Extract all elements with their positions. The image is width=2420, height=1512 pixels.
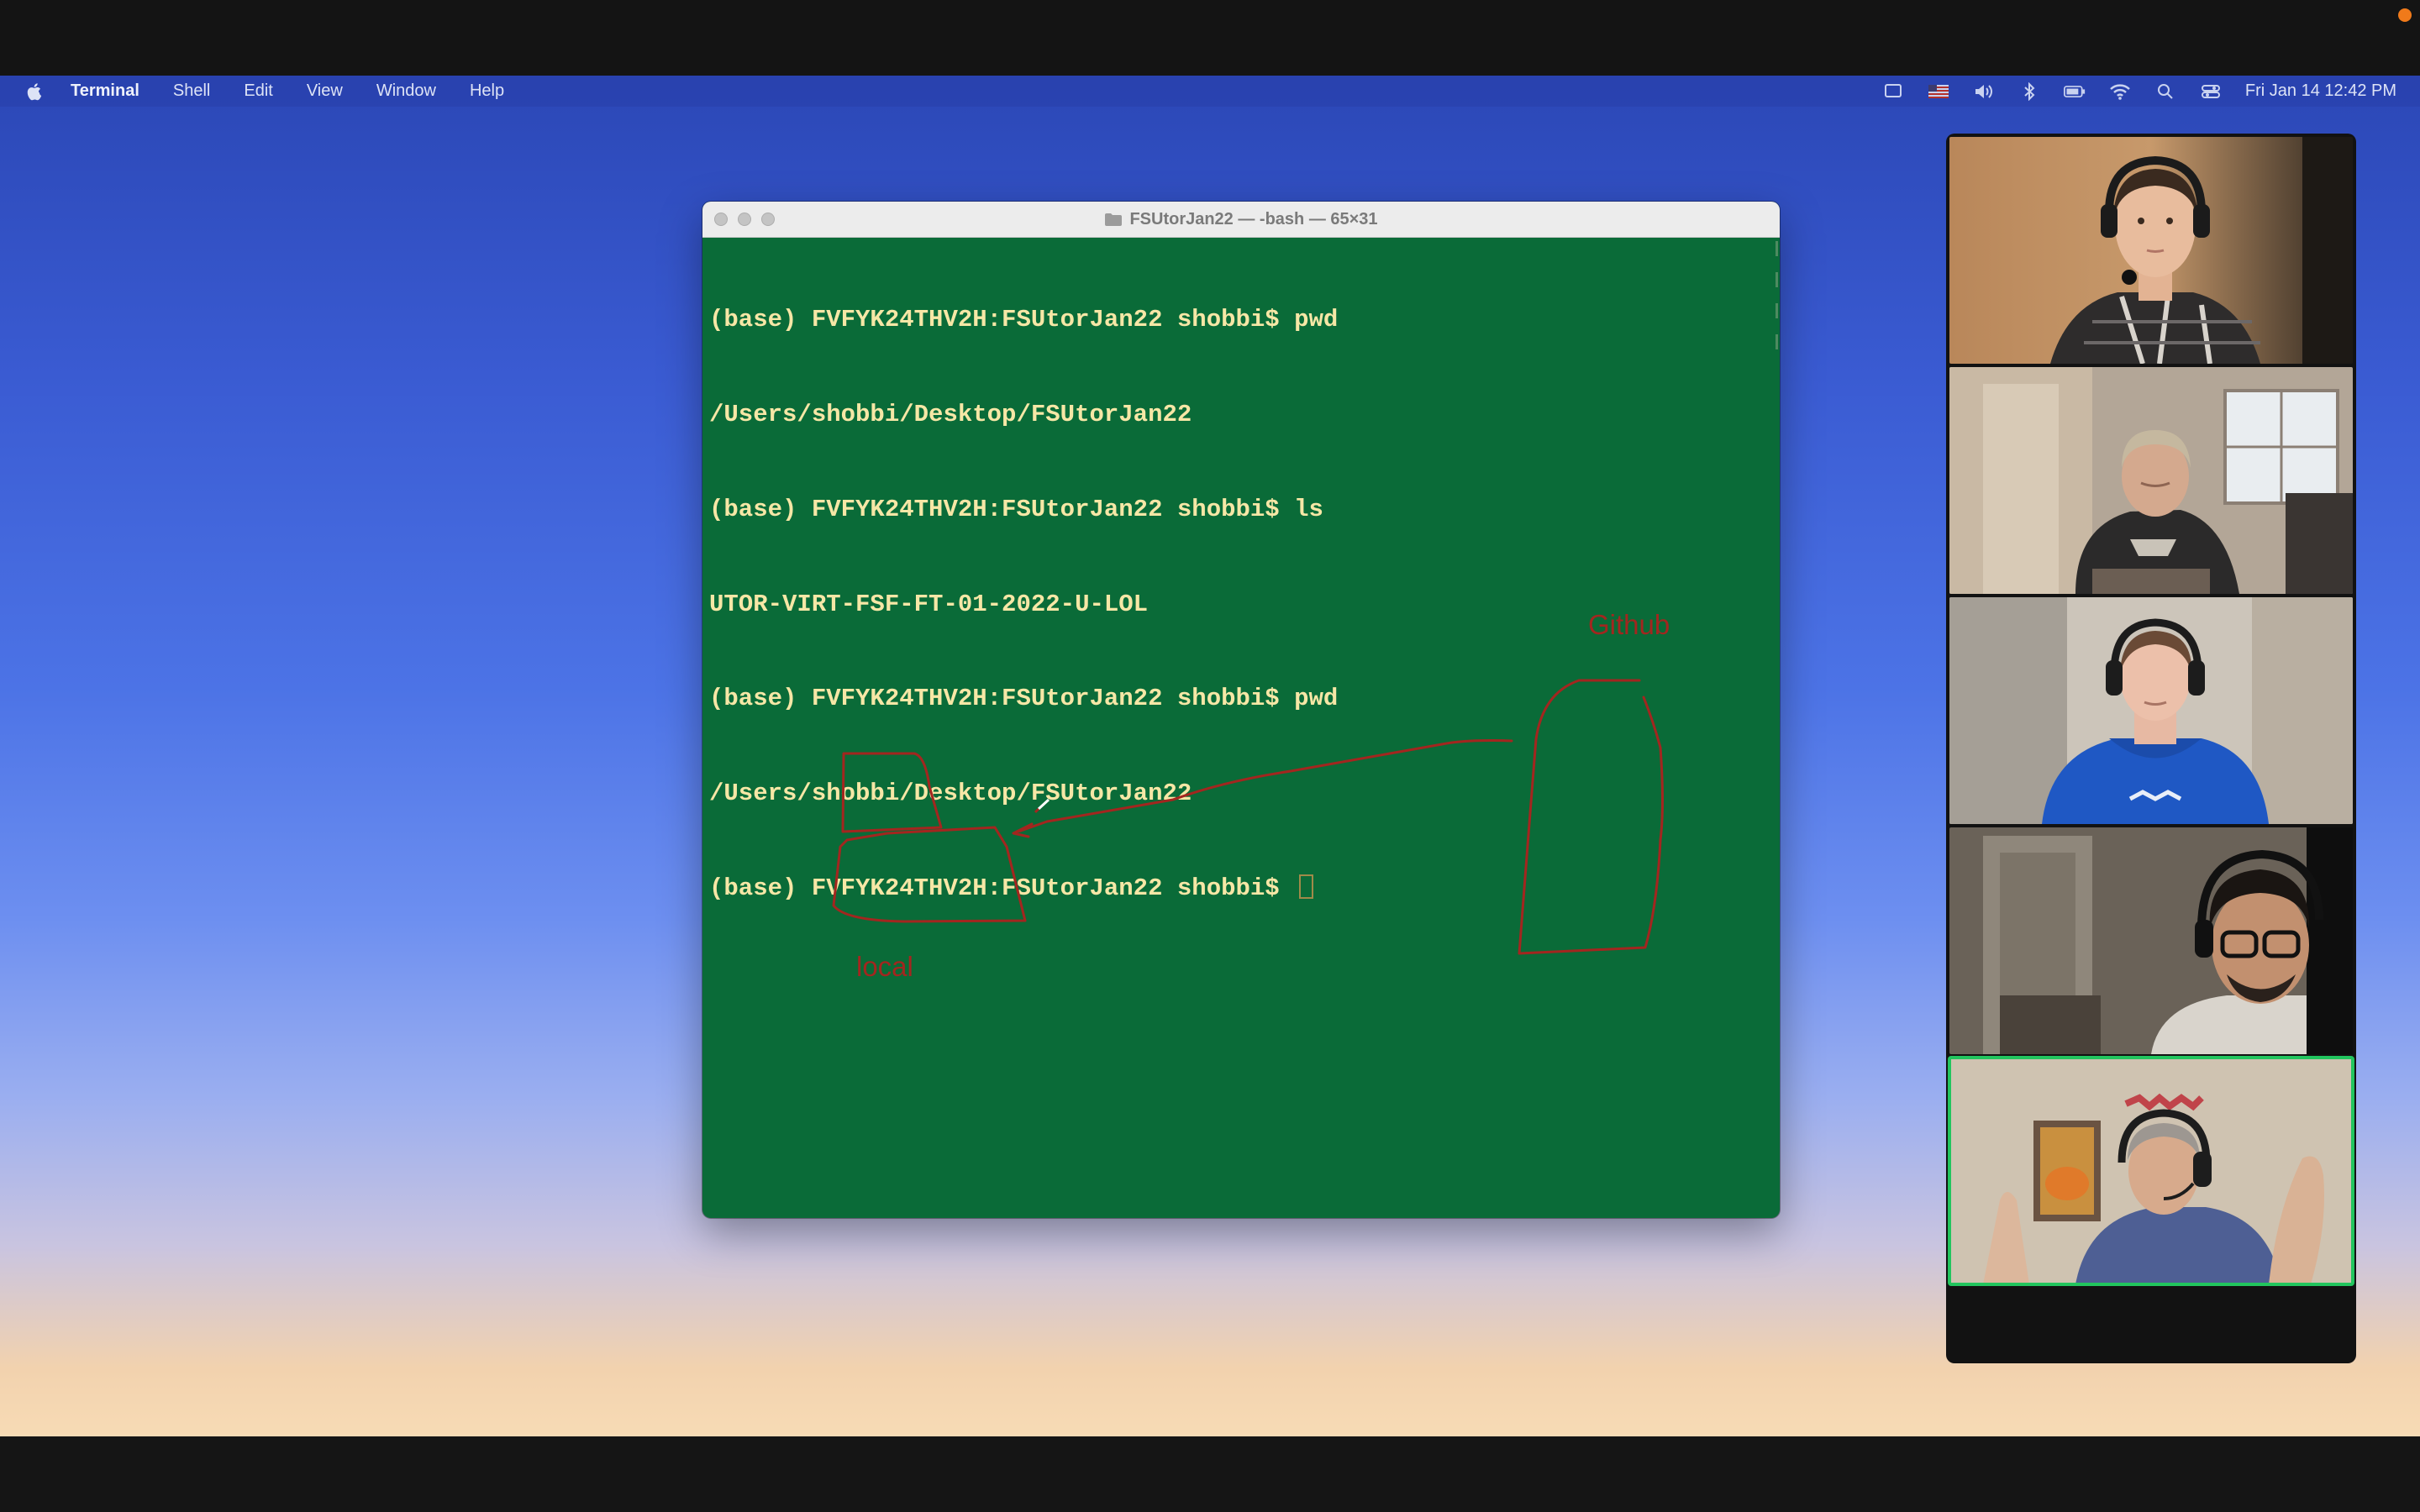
participant-video-tile[interactable] (1949, 367, 2353, 594)
menu-edit[interactable]: Edit (244, 81, 272, 101)
menu-help[interactable]: Help (470, 81, 504, 101)
local-label: local (856, 951, 913, 982)
terminal-line: /Users/shobbi/Desktop/FSUtorJan22 (709, 780, 1192, 808)
participant-video-image (1949, 1058, 2353, 1284)
window-controls (714, 213, 775, 226)
meeting-top-bar (0, 0, 2420, 76)
folder-icon (1105, 213, 1123, 226)
meeting-bottom-bar (0, 1436, 2420, 1512)
github-label: Github (1588, 609, 1670, 640)
menu-window[interactable]: Window (376, 81, 436, 101)
participant-video-image (1949, 597, 2353, 824)
flag-us-icon[interactable] (1928, 82, 1949, 101)
recording-indicator (2398, 8, 2412, 22)
terminal-title: FSUtorJan22 — -bash — 65×31 (1129, 209, 1378, 228)
bluetooth-icon[interactable] (2018, 81, 2040, 101)
terminal-window[interactable]: FSUtorJan22 — -bash — 65×31 (base) FVFYK… (702, 202, 1780, 1218)
terminal-prompt: (base) FVFYK24THV2H:FSUtorJan22 shobbi$ (709, 874, 1295, 902)
terminal-scroll-marks (1776, 241, 1778, 375)
participant-video-tile[interactable] (1949, 137, 2353, 364)
menu-view[interactable]: View (307, 81, 343, 101)
status-area: Fri Jan 14 12:42 PM (1882, 76, 2396, 107)
zoom-button[interactable] (761, 213, 775, 226)
app-menu-terminal[interactable]: Terminal (71, 81, 139, 101)
terminal-line: (base) FVFYK24THV2H:FSUtorJan22 shobbi$ … (709, 495, 1323, 523)
close-button[interactable] (714, 213, 728, 226)
terminal-line: (base) FVFYK24THV2H:FSUtorJan22 shobbi$ … (709, 685, 1339, 713)
terminal-line: /Users/shobbi/Desktop/FSUtorJan22 (709, 400, 1192, 428)
battery-icon[interactable] (2063, 82, 2086, 101)
minimize-button[interactable] (738, 213, 751, 226)
participant-video-tile[interactable] (1949, 597, 2353, 824)
participant-video-image (1949, 827, 2353, 1054)
menu-bar-clock[interactable]: Fri Jan 14 12:42 PM (2245, 81, 2396, 101)
volume-icon[interactable] (1973, 82, 1995, 101)
screen-mirror-icon[interactable] (1882, 82, 1904, 101)
participant-gallery (1946, 134, 2356, 1363)
menu-bar: Terminal Shell Edit View Window Help Fri… (0, 76, 2420, 107)
search-icon[interactable] (2154, 82, 2176, 101)
participant-video-image (1949, 367, 2353, 594)
terminal-titlebar[interactable]: FSUtorJan22 — -bash — 65×31 (702, 202, 1780, 238)
shared-screen: Terminal Shell Edit View Window Help Fri… (0, 76, 2420, 1436)
terminal-output[interactable]: (base) FVFYK24THV2H:FSUtorJan22 shobbi$ … (702, 238, 1780, 1218)
participant-video-tile[interactable] (1949, 827, 2353, 1054)
participant-video-image (1949, 137, 2353, 364)
active-speaker-video-tile[interactable] (1948, 1056, 2354, 1286)
terminal-cursor (1299, 874, 1314, 899)
menu-shell[interactable]: Shell (173, 81, 210, 101)
wifi-icon[interactable] (2109, 82, 2131, 101)
terminal-line: (base) FVFYK24THV2H:FSUtorJan22 shobbi$ … (709, 306, 1339, 334)
control-center-icon[interactable] (2200, 82, 2222, 101)
apple-icon[interactable] (25, 81, 45, 102)
